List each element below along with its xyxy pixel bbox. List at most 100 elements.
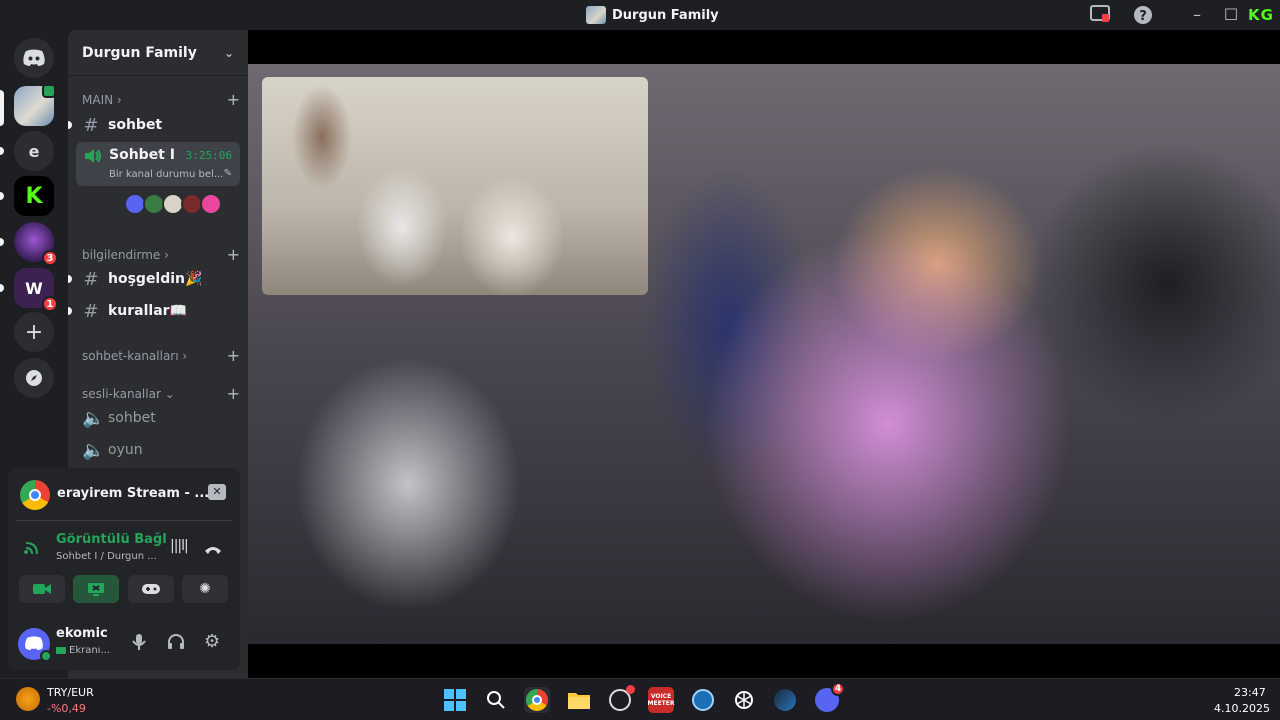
discover-icon[interactable]	[14, 358, 54, 398]
category-sesli-kanallar[interactable]: sesli-kanallar ⌄ +	[82, 384, 240, 403]
chevron-down-icon: ⌄	[164, 386, 175, 401]
widget-title[interactable]: TRY/EUR	[47, 686, 94, 699]
search-icon[interactable]	[483, 687, 509, 713]
screen-share-icon	[88, 583, 104, 596]
chevron-down-icon: ⌄	[223, 45, 234, 60]
clock-time[interactable]: 23:47	[1234, 686, 1266, 699]
connection-channel[interactable]: Sohbet I / Durgun ...	[56, 551, 157, 562]
category-sohbet-kanallari[interactable]: sohbet-kanalları › +	[82, 346, 240, 365]
voice-active-icon	[42, 84, 56, 98]
kick-overlay-icon[interactable]: K G	[1248, 5, 1278, 25]
avatar[interactable]	[200, 193, 222, 215]
category-label: bilgilendirme	[82, 247, 161, 262]
mention-badge: 1	[42, 296, 58, 312]
stream-title[interactable]: erayirem Stream - ...	[57, 486, 209, 501]
screen-share-button[interactable]	[73, 575, 119, 603]
channel-hosgeldin[interactable]: # hoşgeldin🎉	[68, 266, 240, 292]
screen-icon	[56, 647, 66, 654]
chrome-taskbar-icon[interactable]	[524, 687, 550, 713]
file-explorer-icon[interactable]	[566, 687, 592, 713]
camera-icon	[33, 584, 51, 594]
user-name[interactable]: ekomic	[56, 626, 108, 641]
windows-taskbar: TRY/EUR -%0,49 VOICE MEETER 4 23:47 4.10…	[0, 678, 1280, 720]
inbox-icon[interactable]	[1090, 5, 1110, 25]
settings-gear-icon[interactable]: ⚙	[204, 631, 220, 652]
window-title: Durgun Family	[586, 6, 719, 24]
minimize-icon[interactable]: –	[1187, 5, 1207, 25]
server-durgun-family[interactable]	[14, 84, 56, 126]
selected-server-pill	[0, 90, 4, 126]
picture-in-picture-video[interactable]	[262, 77, 648, 295]
clock-date[interactable]: 4.10.2025	[1214, 702, 1270, 715]
channel-kurallar[interactable]: # kurallar📖	[68, 298, 240, 324]
user-status[interactable]: Ekranı...	[56, 645, 110, 656]
noise-suppression-icon[interactable]: |||l|	[170, 538, 189, 554]
discord-home-button[interactable]	[14, 38, 54, 78]
avatar[interactable]	[18, 628, 52, 662]
unread-pill	[0, 284, 4, 292]
unread-pill	[0, 238, 4, 246]
notification-badge: 4	[831, 682, 845, 696]
add-channel-icon[interactable]: +	[227, 384, 240, 403]
discord-taskbar-icon[interactable]: 4	[814, 682, 845, 713]
voice-channel-oyun[interactable]: 🔈 oyun	[76, 437, 240, 463]
pencil-icon[interactable]: ✎	[224, 168, 232, 179]
category-label: sesli-kanallar	[82, 386, 161, 401]
text-channel-icon: #	[83, 114, 99, 136]
stream-video[interactable]	[248, 30, 1280, 678]
connection-icon	[24, 540, 42, 560]
help-icon[interactable]: ?	[1133, 5, 1153, 25]
divider	[16, 520, 232, 521]
windows-start-icon[interactable]	[442, 687, 468, 713]
voice-channel-sohbet[interactable]: 🔈 sohbet	[76, 405, 240, 431]
obs-icon[interactable]	[607, 685, 635, 713]
title-bar: Durgun Family ? – ☐ K G	[0, 0, 1280, 30]
chrome-icon	[20, 480, 50, 510]
server-thumbnail-icon	[586, 6, 606, 24]
steam-helper-icon[interactable]	[690, 687, 716, 713]
add-channel-icon[interactable]: +	[227, 90, 240, 109]
chevron-right-icon: ›	[164, 247, 169, 262]
soundboard-button[interactable]: ✺	[182, 575, 228, 603]
stop-stream-icon[interactable]: ✕	[208, 484, 226, 500]
headphones-icon[interactable]	[167, 633, 185, 654]
connection-status[interactable]: Görüntülü Bağl	[56, 532, 167, 547]
call-timer: 3:25:06	[185, 149, 232, 162]
disconnect-icon[interactable]	[204, 540, 222, 559]
server-header[interactable]: Durgun Family ⌄	[68, 30, 248, 76]
category-main[interactable]: MAIN › +	[82, 90, 240, 109]
server-kick[interactable]: K	[14, 176, 54, 216]
chevron-right-icon: ›	[116, 92, 122, 107]
voicemeeter-icon[interactable]: VOICE MEETER	[648, 687, 675, 713]
steam-icon[interactable]	[772, 687, 798, 713]
unread-indicator	[68, 275, 72, 283]
gamepad-icon	[142, 584, 160, 594]
maximize-icon[interactable]: ☐	[1221, 5, 1241, 25]
channel-label: oyun	[108, 442, 143, 458]
server-e[interactable]: e	[14, 131, 54, 171]
text-channel-icon: #	[83, 300, 99, 322]
widget-value[interactable]: -%0,49	[47, 702, 86, 715]
mention-badge: 3	[42, 250, 58, 266]
currency-widget-icon[interactable]	[16, 687, 40, 711]
server-name: Durgun Family	[82, 44, 197, 61]
chatgpt-icon[interactable]	[731, 687, 757, 713]
active-voice-channel[interactable]: Sohbet I 3:25:06 Bir kanal durumu bel...…	[76, 142, 240, 186]
add-server-icon[interactable]: +	[14, 312, 54, 352]
server-purple[interactable]: 3	[14, 222, 58, 266]
voice-channel-label: Sohbet I	[109, 147, 175, 163]
microphone-icon[interactable]	[132, 633, 146, 655]
online-status-icon	[40, 650, 52, 662]
speaker-icon: 🔈	[82, 439, 105, 461]
svg-text:?: ?	[1139, 9, 1147, 24]
speaker-icon: 🔈	[82, 407, 105, 429]
add-channel-icon[interactable]: +	[227, 346, 240, 365]
camera-button[interactable]	[19, 575, 65, 603]
server-lw[interactable]: W 1	[14, 268, 58, 312]
channel-sohbet[interactable]: # sohbet	[68, 112, 240, 138]
channel-status-text[interactable]: Bir kanal durumu bel...	[109, 169, 223, 180]
activities-button[interactable]	[128, 575, 174, 603]
category-bilgilendirme[interactable]: bilgilendirme › +	[82, 245, 240, 264]
add-channel-icon[interactable]: +	[227, 245, 240, 264]
text-channel-icon: #	[83, 268, 99, 290]
